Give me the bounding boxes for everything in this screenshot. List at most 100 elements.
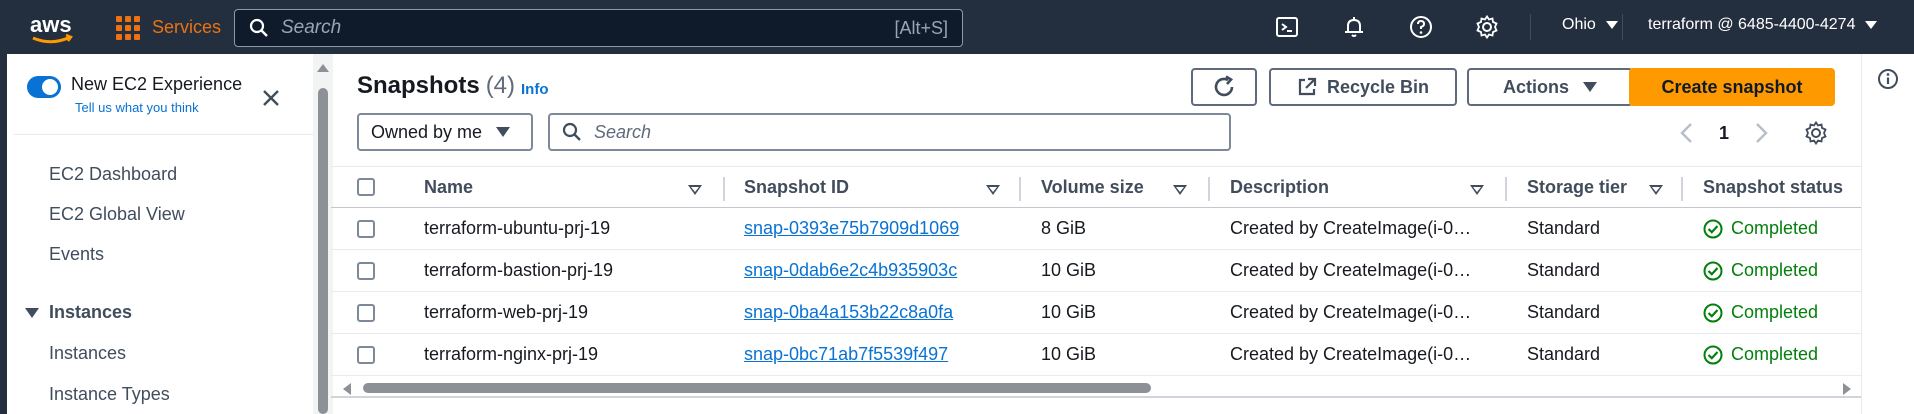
- sidebar-section-label: Instances: [49, 302, 133, 322]
- sort-caret-icon[interactable]: [1649, 185, 1663, 195]
- topbar-divider: [1530, 14, 1531, 40]
- actions-label: Actions: [1502, 76, 1569, 97]
- sidebar-item-instance-types[interactable]: Instance Types: [49, 384, 170, 405]
- chevron-down-icon: [1865, 21, 1878, 29]
- sidebar-scrollbar[interactable]: [313, 54, 333, 414]
- recycle-bin-label: Recycle Bin: [1326, 76, 1430, 97]
- snapshot-status: Completed: [1703, 218, 1818, 239]
- svg-text:aws: aws: [30, 12, 72, 37]
- bell-icon[interactable]: [1341, 14, 1367, 40]
- sidebar-item-instances[interactable]: Instances: [49, 343, 126, 364]
- close-icon[interactable]: [259, 86, 283, 110]
- page-number[interactable]: 1: [1719, 123, 1729, 144]
- refresh-icon: [1214, 75, 1234, 97]
- snapshot-name: terraform-web-prj-19: [424, 302, 589, 322]
- snapshot-id-link[interactable]: snap-0dab6e2c4b935903c: [744, 260, 957, 281]
- new-experience-toggle[interactable]: [27, 76, 61, 98]
- table-row[interactable]: terraform-bastion-prj-19 snap-0dab6e2c4b…: [331, 250, 1861, 292]
- scroll-right-icon[interactable]: [1843, 383, 1851, 395]
- status-label: Completed: [1731, 260, 1819, 280]
- sidebar-divider: [14, 134, 313, 135]
- column-resizer[interactable]: [723, 177, 725, 201]
- sort-caret-icon[interactable]: [1470, 185, 1484, 195]
- actions-button[interactable]: Actions: [1467, 68, 1633, 106]
- caret-down-icon: [1583, 82, 1597, 92]
- help-icon[interactable]: [1408, 14, 1434, 40]
- global-search-input[interactable]: Search [Alt+S]: [234, 9, 963, 47]
- search-placeholder: Search: [281, 17, 342, 38]
- next-page-icon[interactable]: [1753, 122, 1769, 144]
- column-header-volume-size[interactable]: Volume size: [1041, 177, 1144, 198]
- column-resizer[interactable]: [1681, 177, 1683, 201]
- column-resizer[interactable]: [1019, 177, 1021, 201]
- sort-caret-icon[interactable]: [688, 185, 702, 195]
- volume-size: 10 GiB: [1041, 302, 1097, 322]
- aws-logo[interactable]: aws: [30, 12, 74, 46]
- search-icon: [562, 122, 581, 141]
- region-selector[interactable]: Ohio: [1562, 16, 1618, 34]
- info-link[interactable]: Info: [521, 81, 549, 98]
- snapshot-id-link[interactable]: snap-0ba4a153b22c8a0fa: [744, 302, 953, 323]
- scroll-up-icon[interactable]: [317, 64, 329, 72]
- column-header-snapshot-status[interactable]: Snapshot status: [1703, 177, 1843, 198]
- table-settings-gear-icon[interactable]: [1804, 121, 1828, 145]
- previous-page-icon[interactable]: [1679, 122, 1695, 144]
- column-resizer[interactable]: [1208, 177, 1210, 201]
- new-experience-label: New EC2 Experience: [71, 74, 243, 94]
- sidebar: New EC2 Experience Tell us what you thin…: [7, 54, 333, 414]
- table-row[interactable]: terraform-ubuntu-prj-19 snap-0393e75b790…: [331, 208, 1861, 250]
- column-header-snapshot-id[interactable]: Snapshot ID: [744, 177, 849, 198]
- services-menu[interactable]: Services: [114, 12, 221, 42]
- sort-caret-icon[interactable]: [1173, 185, 1187, 195]
- cloudshell-icon[interactable]: [1274, 14, 1300, 40]
- feedback-link[interactable]: Tell us what you think: [75, 100, 199, 115]
- status-label: Completed: [1731, 302, 1819, 322]
- caret-down-icon: [25, 307, 39, 318]
- table-row[interactable]: terraform-nginx-prj-19 snap-0bc71ab7f553…: [331, 334, 1861, 376]
- snapshot-id-link[interactable]: snap-0393e75b7909d1069: [744, 218, 959, 239]
- sidebar-item-ec2-dashboard[interactable]: EC2 Dashboard: [49, 164, 177, 185]
- column-header-storage-tier[interactable]: Storage tier: [1527, 177, 1627, 198]
- select-all-checkbox[interactable]: [357, 178, 375, 196]
- sort-caret-icon[interactable]: [986, 185, 1000, 195]
- services-grid-icon: [114, 14, 140, 40]
- sidebar-item-events[interactable]: Events: [49, 244, 104, 265]
- table-search-input[interactable]: Search: [548, 113, 1231, 151]
- column-header-name[interactable]: Name: [424, 177, 473, 198]
- snapshot-id-link[interactable]: snap-0bc71ab7f5539f497: [744, 344, 948, 365]
- scrollbar-thumb[interactable]: [318, 88, 328, 414]
- create-snapshot-label: Create snapshot: [1661, 76, 1803, 97]
- account-label: terraform @ 6485-4400-4274: [1648, 16, 1856, 33]
- table-horizontal-scrollbar[interactable]: [331, 378, 1861, 398]
- row-checkbox[interactable]: [357, 220, 375, 238]
- row-checkbox[interactable]: [357, 346, 375, 364]
- title-text: Snapshots: [357, 72, 480, 99]
- page-title: Snapshots (4): [357, 72, 515, 100]
- create-snapshot-button[interactable]: Create snapshot: [1629, 68, 1835, 106]
- search-icon: [249, 18, 268, 37]
- row-checkbox[interactable]: [357, 304, 375, 322]
- owner-filter-select[interactable]: Owned by me: [357, 113, 533, 151]
- sidebar-item-ec2-global-view[interactable]: EC2 Global View: [49, 204, 185, 225]
- sidebar-section-instances[interactable]: Instances: [25, 302, 132, 323]
- column-resizer[interactable]: [1505, 177, 1507, 201]
- row-checkbox[interactable]: [357, 262, 375, 280]
- gear-icon[interactable]: [1474, 14, 1500, 40]
- account-menu[interactable]: terraform @ 6485-4400-4274: [1648, 16, 1878, 34]
- storage-tier: Standard: [1527, 302, 1601, 322]
- top-navigation-bar: aws Services Search [Alt+S] Ohio terrafo…: [0, 0, 1914, 54]
- recycle-bin-button[interactable]: Recycle Bin: [1269, 68, 1457, 106]
- snapshot-name: terraform-nginx-prj-19: [424, 344, 599, 364]
- scroll-left-icon[interactable]: [343, 383, 351, 395]
- sidebar-edge: [0, 54, 7, 414]
- topbar-divider: [1622, 14, 1623, 40]
- table-row[interactable]: terraform-web-prj-19 snap-0ba4a153b22c8a…: [331, 292, 1861, 334]
- description: Created by CreateImage(i-0…: [1230, 302, 1472, 322]
- refresh-button[interactable]: [1191, 68, 1257, 106]
- caret-down-icon: [496, 127, 511, 137]
- check-circle-icon: [1703, 345, 1723, 364]
- snapshot-status: Completed: [1703, 344, 1818, 365]
- info-circle-icon[interactable]: [1877, 68, 1899, 90]
- column-header-description[interactable]: Description: [1230, 177, 1329, 198]
- scrollbar-thumb[interactable]: [363, 383, 1151, 393]
